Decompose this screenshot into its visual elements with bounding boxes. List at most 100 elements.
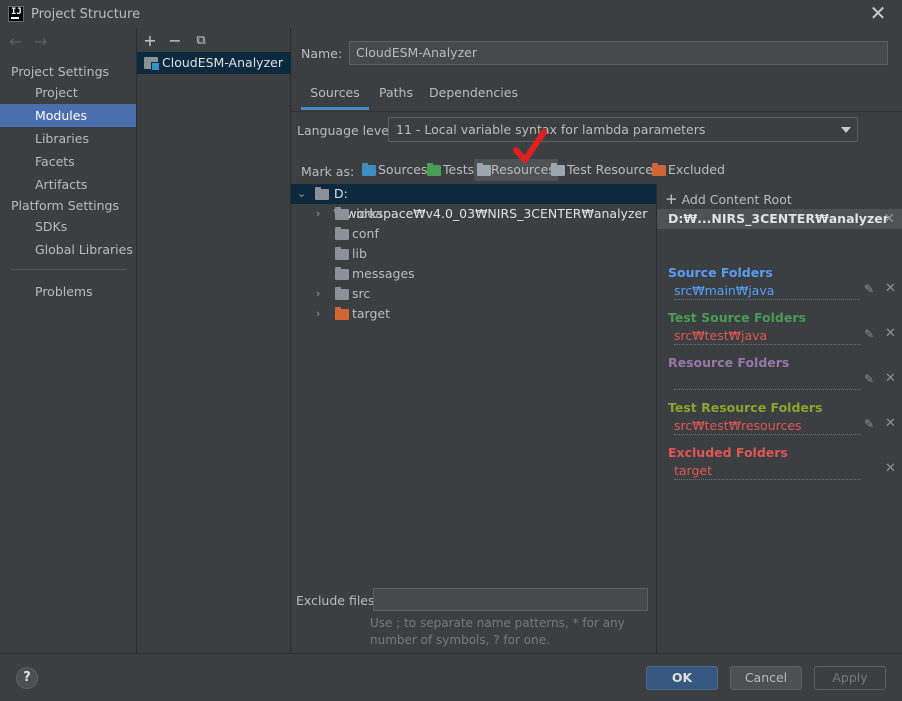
module-folder-icon [315, 187, 329, 200]
close-icon[interactable]: ✕ [885, 416, 896, 431]
nav-item-global-libraries[interactable]: Global Libraries [0, 238, 136, 261]
chevron-right-icon[interactable]: › [316, 208, 326, 219]
tree-row-label: messages [352, 266, 415, 281]
close-icon[interactable]: ✕ [868, 3, 888, 24]
tree-row-conf[interactable]: conf [291, 224, 656, 244]
add-content-root-button[interactable]: + Add Content Root [665, 190, 792, 208]
modules-list-panel: + − ⧉ CloudESM-Analyzer [137, 28, 291, 653]
tree-row-label: conf [352, 226, 379, 241]
forward-arrow-icon[interactable]: → [34, 32, 47, 51]
close-icon[interactable]: ✕ [885, 281, 896, 296]
chevron-right-icon[interactable]: › [316, 308, 326, 319]
mark-as-sources-button[interactable]: Sources [361, 159, 427, 181]
chevron-right-icon[interactable]: › [316, 288, 326, 299]
nav-item-artifacts[interactable]: Artifacts [0, 173, 136, 196]
chevron-down-icon [841, 127, 851, 133]
mark-as-label: Mark as: [301, 164, 355, 179]
close-icon[interactable]: ✕ [885, 461, 896, 476]
nav-item-sdks[interactable]: SDKs [0, 215, 136, 238]
remove-module-button[interactable]: − [165, 31, 185, 51]
tree-row-messages[interactable]: messages [291, 264, 656, 284]
platform-settings-heading: Platform Settings [11, 198, 119, 213]
tree-row-label: target [352, 306, 391, 321]
close-icon[interactable]: ✕ [885, 371, 896, 386]
tree-row-target[interactable]: › target [291, 304, 656, 324]
tree-row-idea[interactable]: › .idea [291, 204, 656, 224]
name-label: Name: [301, 46, 343, 61]
sources-folder-icon [362, 163, 376, 176]
tree-row-label: .idea [352, 206, 383, 221]
copy-module-button[interactable]: ⧉ [191, 31, 211, 51]
nav-divider [11, 269, 127, 270]
mark-as-test-resources-label: Test Resources [567, 162, 660, 177]
tab-sources[interactable]: Sources [301, 80, 369, 110]
tab-dependencies[interactable]: Dependencies [429, 80, 518, 110]
tab-paths[interactable]: Paths [375, 80, 417, 110]
pencil-icon[interactable]: ✎ [864, 282, 874, 296]
close-icon[interactable]: ✕ [885, 326, 896, 341]
mark-as-excluded-button[interactable]: Excluded [651, 159, 725, 181]
nav-item-facets[interactable]: Facets [0, 150, 136, 173]
module-item[interactable]: CloudESM-Analyzer [137, 52, 291, 74]
mark-as-excluded-label: Excluded [668, 162, 725, 177]
folder-icon [335, 207, 349, 220]
project-settings-heading: Project Settings [11, 64, 110, 79]
module-icon [144, 57, 160, 71]
mark-as-test-resources-button[interactable]: Test Resources [550, 159, 659, 181]
test-source-folders-title: Test Source Folders [668, 310, 806, 325]
exclude-files-input[interactable] [373, 588, 648, 611]
nav-item-problems[interactable]: Problems [0, 280, 136, 303]
test-resource-folders-title: Test Resource Folders [668, 400, 823, 415]
chevron-down-icon[interactable]: ⌄ [297, 188, 307, 199]
nav-item-libraries[interactable]: Libraries [0, 127, 136, 150]
content-root-path: D:₩...NIRS_3CENTER₩analyzer [668, 211, 889, 226]
folder-icon [335, 247, 349, 260]
tree-root-row[interactable]: ⌄ D:₩workspace₩v4.0_03₩NIRS_3CENTER₩anal… [291, 184, 656, 221]
exclude-files-hint: Use ; to separate name patterns, * for a… [370, 616, 625, 647]
test-resources-folder-icon [551, 163, 565, 176]
content-tree: ⌄ D:₩workspace₩v4.0_03₩NIRS_3CENTER₩anal… [291, 184, 656, 602]
tree-row-label: lib [352, 246, 367, 261]
tabs-divider [291, 111, 902, 112]
pencil-icon[interactable]: ✎ [864, 372, 874, 386]
remove-content-root-icon[interactable]: ✕ [883, 209, 895, 229]
folder-icon [335, 287, 349, 300]
mark-as-sources-label: Sources [378, 162, 428, 177]
ok-button[interactable]: OK [646, 666, 718, 690]
dialog-footer: ? OK Cancel Apply [0, 653, 902, 701]
language-level-select[interactable]: 11 - Local variable syntax for lambda pa… [388, 117, 858, 142]
back-arrow-icon[interactable]: ← [9, 32, 22, 51]
window-title: Project Structure [31, 7, 141, 22]
settings-nav: ← → Project Settings Project Modules Lib… [0, 28, 137, 653]
mark-as-tests-button[interactable]: Tests [426, 159, 474, 181]
plus-icon: + [665, 190, 678, 208]
excluded-folder-path: target [674, 463, 860, 480]
exclude-files-label: Exclude files: [296, 593, 379, 608]
module-name-input[interactable]: CloudESM-Analyzer [349, 41, 888, 65]
content-root-header: D:₩...NIRS_3CENTER₩analyzer ✕ [657, 209, 902, 229]
excluded-folder-icon [652, 163, 666, 176]
tree-row-lib[interactable]: lib [291, 244, 656, 264]
resource-folder-path [674, 373, 860, 390]
folder-icon [335, 267, 349, 280]
pencil-icon[interactable]: ✎ [864, 327, 874, 341]
nav-item-modules[interactable]: Modules [0, 104, 136, 127]
add-module-button[interactable]: + [140, 31, 160, 51]
excluded-folders-title: Excluded Folders [668, 445, 788, 460]
title-bar: IJ Project Structure ✕ [0, 0, 902, 28]
source-folder-path: src₩main₩java [674, 283, 860, 300]
language-level-value: 11 - Local variable syntax for lambda pa… [396, 122, 706, 137]
folder-icon [335, 227, 349, 240]
source-folders-title: Source Folders [668, 265, 773, 280]
pencil-icon[interactable]: ✎ [864, 417, 874, 431]
test-source-folder-path: src₩test₩java [674, 328, 860, 345]
content-roots-panel: + Add Content Root D:₩...NIRS_3CENTER₩an… [656, 184, 902, 653]
apply-button[interactable]: Apply [814, 666, 886, 690]
help-button[interactable]: ? [16, 667, 38, 689]
tree-row-src[interactable]: › src [291, 284, 656, 304]
cancel-button[interactable]: Cancel [730, 666, 802, 690]
add-content-root-label: Add Content Root [681, 192, 792, 207]
nav-item-project[interactable]: Project [0, 81, 136, 104]
tests-folder-icon [427, 163, 441, 176]
excluded-folder-icon [335, 307, 349, 320]
